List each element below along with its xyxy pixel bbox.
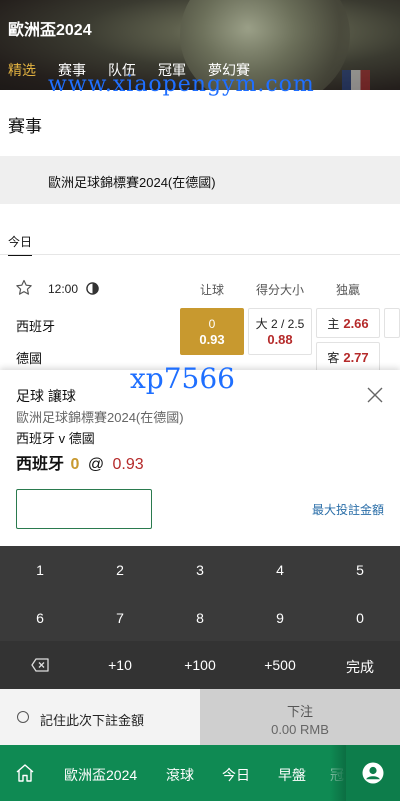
- key-7[interactable]: 7: [80, 610, 160, 626]
- league-name: 歐洲足球錦標賽2024(在德國): [48, 175, 216, 190]
- key-3[interactable]: 3: [160, 562, 240, 578]
- place-bet-amount: 0.00 RMB: [271, 722, 329, 737]
- col-handicap: 让球: [200, 283, 225, 297]
- star-icon[interactable]: [14, 278, 34, 298]
- bottom-tab-early[interactable]: 早盤: [278, 765, 306, 785]
- bet-slip: 足球 讓球 歐洲足球錦標賽2024(在德國) 西班牙 v 德國 西班牙 0 @ …: [0, 370, 400, 546]
- numeric-keypad: 1 2 3 4 5 6 7 8 9 0 +10 +100 +500 完成: [0, 546, 400, 689]
- key-done[interactable]: 完成: [320, 657, 400, 677]
- stake-input[interactable]: [16, 489, 152, 529]
- watermark-url: www.xiaopengym.com: [48, 72, 315, 97]
- over-under-odds[interactable]: 大 2 / 2.5 0.88: [248, 308, 312, 355]
- key-2[interactable]: 2: [80, 562, 160, 578]
- selection-odds: 0.93: [112, 456, 144, 473]
- divider: [0, 254, 400, 255]
- radio-icon[interactable]: [17, 711, 29, 723]
- account-icon[interactable]: [362, 762, 384, 784]
- close-icon[interactable]: [364, 384, 386, 406]
- key-4[interactable]: 4: [240, 562, 320, 578]
- key-plus-100[interactable]: +100: [160, 657, 240, 673]
- selection-team: 西班牙: [16, 456, 65, 473]
- home-icon[interactable]: [15, 763, 35, 783]
- key-0[interactable]: 0: [320, 610, 400, 626]
- backspace-icon[interactable]: [31, 658, 49, 672]
- selection-handicap: 0: [70, 456, 80, 473]
- tab-featured[interactable]: 精选: [8, 60, 36, 80]
- moneyline-draw[interactable]: [384, 308, 400, 338]
- bottom-tab-euro2024[interactable]: 歐洲盃2024: [64, 765, 137, 785]
- key-5[interactable]: 5: [320, 562, 400, 578]
- app-title: 歐洲盃2024: [8, 22, 92, 39]
- keypad-row-quick: +10 +100 +500 完成: [0, 641, 400, 689]
- bet-match: 西班牙 v 德國: [16, 431, 95, 446]
- bottom-tab-live[interactable]: 滾球: [166, 765, 194, 785]
- key-plus-10[interactable]: +10: [80, 657, 160, 673]
- scroll-fade: [330, 745, 346, 801]
- home-team: 西班牙: [16, 319, 56, 334]
- key-6[interactable]: 6: [0, 610, 80, 626]
- key-9[interactable]: 9: [240, 610, 320, 626]
- key-1[interactable]: 1: [0, 562, 80, 578]
- match-time: 12:00: [48, 282, 79, 296]
- key-plus-500[interactable]: +500: [240, 657, 320, 673]
- place-bet-label: 下注: [286, 704, 313, 719]
- col-over-under: 得分大小: [256, 283, 305, 297]
- section-title: 賽事: [8, 117, 42, 136]
- place-bet-button[interactable]: 下注 0.00 RMB: [200, 689, 400, 745]
- bet-selection: 西班牙 0 @ 0.93: [16, 450, 144, 474]
- bet-league: 歐洲足球錦標賽2024(在德國): [16, 410, 184, 425]
- key-8[interactable]: 8: [160, 610, 240, 626]
- remember-stake-label: 記住此次下註金額: [40, 713, 145, 728]
- remember-stake-toggle[interactable]: 記住此次下註金額: [0, 689, 200, 745]
- flag-decoration: [342, 70, 370, 90]
- bet-type: 足球 讓球: [16, 388, 76, 404]
- col-moneyline: 独贏: [336, 283, 361, 297]
- watermark-code: xp7566: [130, 362, 235, 395]
- at-sign: @: [87, 456, 105, 473]
- moneyline-home[interactable]: 主 2.66: [316, 308, 380, 338]
- handicap-odds-home[interactable]: 0 0.93: [180, 308, 244, 355]
- away-team: 德國: [16, 351, 43, 366]
- moneyline-away[interactable]: 客 2.77: [316, 342, 380, 372]
- date-tab-today[interactable]: 今日: [8, 231, 33, 256]
- live-stream-icon: [86, 282, 99, 295]
- bottom-nav: 歐洲盃2024 滾球 今日 早盤 冠: [0, 745, 400, 801]
- max-stake-link[interactable]: 最大投註金額: [312, 501, 384, 518]
- bottom-tab-today[interactable]: 今日: [222, 765, 250, 785]
